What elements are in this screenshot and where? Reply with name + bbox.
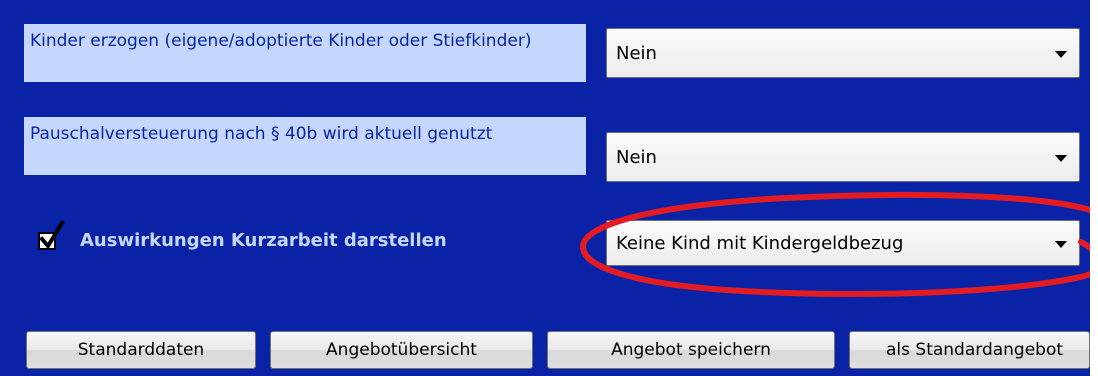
offer-overview-button[interactable]: Angebotübersicht xyxy=(270,331,533,369)
save-offer-button[interactable]: Angebot speichern xyxy=(547,331,835,369)
chevron-down-icon xyxy=(1055,155,1067,162)
flat-rate-taxation-select[interactable]: Nein xyxy=(606,132,1080,182)
chevron-down-icon xyxy=(1055,241,1067,248)
form-panel: Kinder erzogen (eigene/adoptierte Kinder… xyxy=(0,0,1098,376)
window-edge xyxy=(1090,0,1098,376)
flat-rate-taxation-value: Nein xyxy=(616,147,657,168)
children-raised-label: Kinder erzogen (eigene/adoptierte Kinder… xyxy=(24,24,586,82)
child-benefit-value: Keine Kind mit Kindergeldbezug xyxy=(616,233,904,254)
flat-rate-taxation-label: Pauschalversteuerung nach § 40b wird akt… xyxy=(24,117,586,175)
child-benefit-select[interactable]: Keine Kind mit Kindergeldbezug xyxy=(606,220,1080,266)
short-time-work-label: Auswirkungen Kurzarbeit darstellen xyxy=(80,230,447,251)
set-default-offer-button[interactable]: als Standardangebot xyxy=(849,331,1090,369)
children-raised-value: Nein xyxy=(616,43,657,64)
chevron-down-icon xyxy=(1055,51,1067,58)
check-icon xyxy=(39,220,65,250)
standard-data-button[interactable]: Standarddaten xyxy=(26,331,256,369)
children-raised-select[interactable]: Nein xyxy=(606,28,1080,78)
